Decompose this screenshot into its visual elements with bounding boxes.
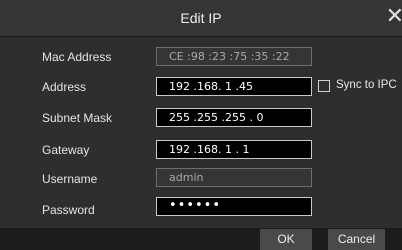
close-icon[interactable]: ✕ bbox=[386, 5, 402, 27]
mac-address-field: CE :98 :23 :75 :35 :22 bbox=[156, 47, 312, 66]
edit-ip-dialog: Edit IP ✕ Mac Address CE :98 :23 :75 :35… bbox=[0, 0, 402, 250]
cancel-button[interactable]: Cancel bbox=[328, 229, 385, 250]
gateway-input[interactable]: 192 .168. 1 . 1 bbox=[156, 140, 312, 159]
dialog-title: Edit IP bbox=[180, 10, 222, 26]
address-input[interactable]: 192 .168. 1 .45 bbox=[156, 77, 312, 96]
dialog-titlebar: Edit IP ✕ bbox=[0, 0, 402, 37]
sync-to-ipc-checkbox[interactable] bbox=[318, 80, 330, 92]
gateway-label: Gateway bbox=[42, 143, 90, 157]
sync-to-ipc-label[interactable]: Sync to IPC bbox=[336, 79, 397, 91]
subnet-mask-label: Subnet Mask bbox=[42, 111, 113, 125]
password-input[interactable]: •••••• bbox=[156, 197, 312, 216]
ok-button[interactable]: OK bbox=[260, 229, 312, 250]
password-label: Password bbox=[42, 203, 95, 217]
address-label: Address bbox=[42, 80, 87, 94]
username-field: admin bbox=[156, 168, 312, 187]
username-label: Username bbox=[42, 172, 98, 186]
mac-address-label: Mac Address bbox=[42, 50, 112, 64]
subnet-mask-input[interactable]: 255 .255 .255 . 0 bbox=[156, 108, 312, 127]
